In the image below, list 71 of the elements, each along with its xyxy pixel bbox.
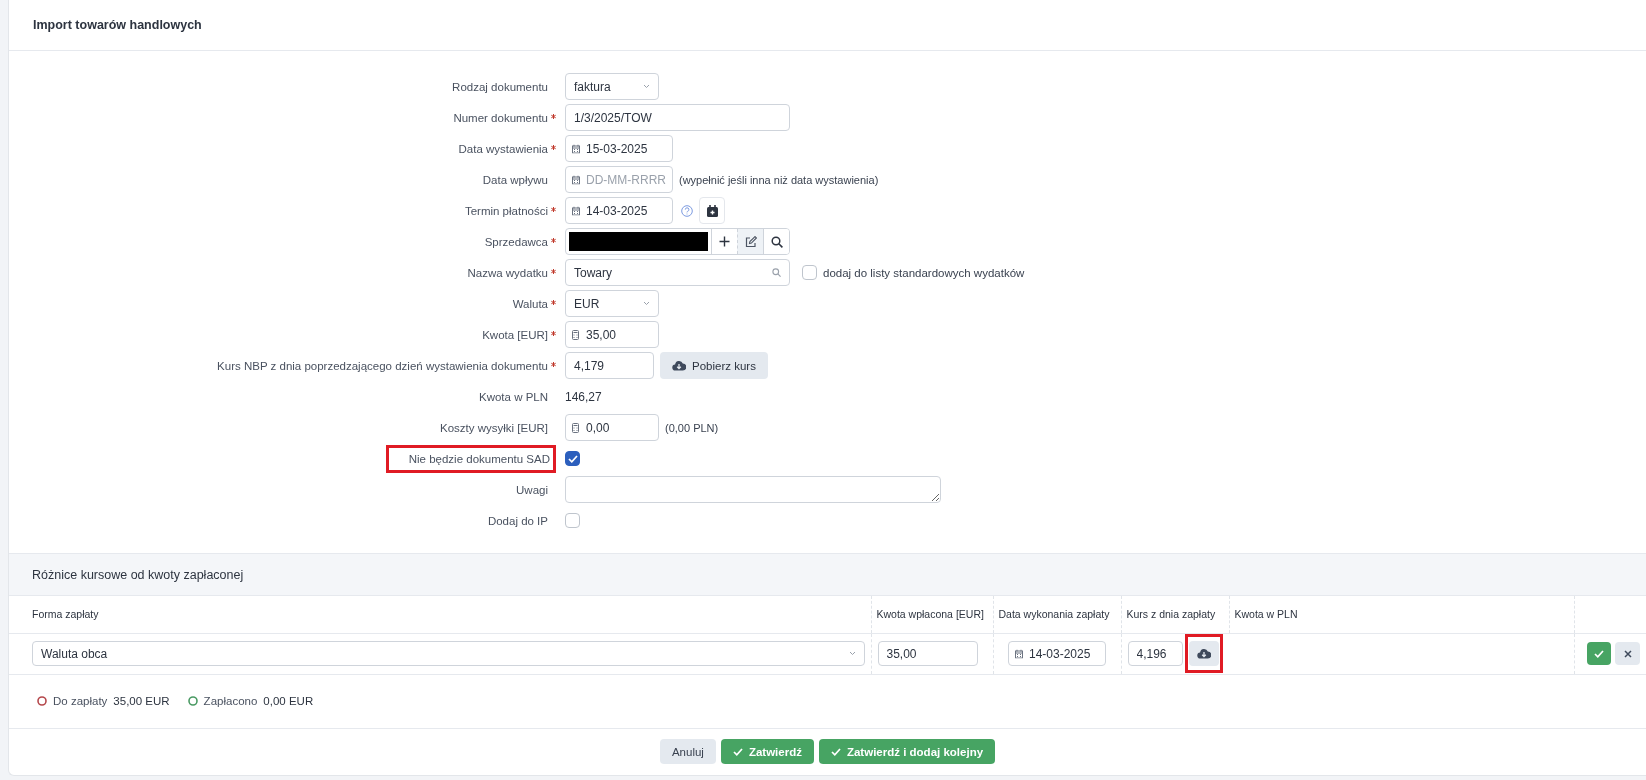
checkbox[interactable] — [802, 265, 817, 280]
fetch-rate-button[interactable] — [1189, 641, 1219, 666]
remove-button[interactable] — [1615, 642, 1640, 665]
summary-label: Do zapłaty — [53, 695, 108, 707]
seller-field[interactable] — [565, 228, 790, 255]
field-label: Dodaj do IP — [487, 514, 548, 527]
hint-text: (0,00 PLN) — [665, 421, 719, 434]
checkbox-label: dodaj do listy standardowych wydatków — [823, 266, 1025, 279]
select-field[interactable]: EUR — [565, 290, 659, 317]
amount-input[interactable]: 35,00 — [565, 321, 659, 348]
chevron-down-icon — [848, 651, 856, 656]
search-field[interactable]: Towary — [565, 259, 790, 286]
edit-button[interactable] — [737, 229, 763, 254]
chevron-down-icon — [643, 84, 650, 89]
card-title: Import towarów handlowych — [33, 18, 202, 32]
summary-value: 0,00 EUR — [263, 695, 314, 707]
confirm-button[interactable] — [1586, 642, 1612, 665]
calendar-icon — [706, 204, 718, 217]
field-label: Waluta — [512, 297, 548, 310]
summary-label: Zapłacono — [203, 695, 258, 707]
search-icon — [772, 268, 781, 277]
date-input[interactable]: 14-03-2025 — [1008, 641, 1106, 666]
check-icon — [1593, 649, 1604, 658]
column-header: Kwota wpłacona [EUR] — [871, 596, 993, 633]
check-icon — [567, 454, 578, 463]
field-label: Sprzedawca — [484, 235, 548, 248]
payment-form-select[interactable]: Waluta obca — [32, 641, 865, 666]
field-label: Kurs NBP z dnia poprzedzającego dzień wystawienia dokumentu — [217, 359, 548, 372]
field-label: Rodzaj dokumentu — [452, 80, 548, 93]
select-field[interactable]: faktura — [565, 73, 659, 100]
field-label: Termin płatności — [464, 204, 548, 217]
section-title: Różnice kursowe od kwoty zapłaconej — [32, 567, 244, 582]
column-header: Forma zapłaty — [9, 596, 871, 633]
date-input[interactable]: DD-MM-RRRR — [565, 166, 673, 193]
column-header: Kwota w PLN — [1229, 596, 1574, 633]
amount-value: 146,27 — [565, 389, 602, 404]
field-label: Kwota [EUR] — [482, 328, 548, 341]
chevron-down-icon — [643, 301, 650, 306]
amount-input[interactable]: 0,00 — [565, 414, 659, 441]
date-input[interactable]: 14-03-2025 — [565, 197, 673, 224]
check-icon — [830, 747, 841, 756]
field-label: Koszty wysyłki [EUR] — [440, 421, 548, 434]
field-label: Uwagi — [516, 483, 548, 496]
cloud-download-icon — [1197, 648, 1211, 659]
field-label: Nie będzie dokumentu SAD — [408, 452, 550, 465]
hint-text: (wypełnić jeśli inna niż data wystawienia) — [679, 173, 879, 186]
field-label: Numer dokumentu — [453, 111, 548, 124]
summary-value: 35,00 EUR — [113, 695, 170, 707]
field-label: Kwota w PLN — [478, 390, 548, 403]
search-icon — [770, 235, 783, 248]
fetch-rate-button[interactable]: Pobierz kurs — [660, 352, 768, 379]
column-header: Kurs z dnia zapłaty — [1121, 596, 1229, 633]
date-input[interactable]: 15-03-2025 — [565, 135, 673, 162]
check-icon — [732, 747, 743, 756]
close-icon — [1623, 649, 1632, 658]
field-label: Nazwa wydatku — [467, 266, 548, 279]
field-label: Data wpływu — [482, 173, 548, 186]
rate-input[interactable]: 4,196 — [1127, 641, 1183, 666]
column-header: Data wykonania zapłaty — [993, 596, 1121, 633]
amount-input[interactable]: 35,00 — [877, 641, 978, 666]
text-input[interactable]: 1/3/2025/TOW — [565, 104, 790, 131]
field-label: Data wystawienia — [458, 142, 548, 155]
search-button[interactable] — [763, 229, 789, 254]
checkbox[interactable] — [565, 451, 580, 466]
plus-icon — [719, 236, 730, 247]
checkbox[interactable] — [565, 513, 580, 528]
calendar-button[interactable] — [699, 197, 725, 224]
cloud-download-icon — [672, 360, 686, 371]
cancel-button[interactable]: Anuluj — [659, 739, 716, 764]
edit-icon — [744, 235, 757, 248]
rate-input[interactable]: 4,179 — [565, 352, 654, 379]
